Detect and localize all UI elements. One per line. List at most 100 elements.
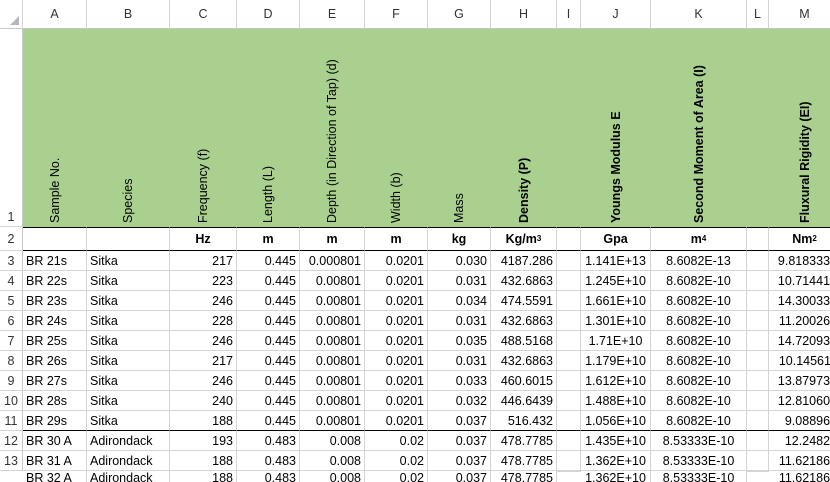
header-cell-k[interactable]: Second Moment of Area (I): [651, 29, 747, 227]
cell-c8[interactable]: 217: [170, 351, 237, 371]
cell-f5[interactable]: 0.0201: [365, 291, 428, 311]
cell-d3[interactable]: 0.445: [237, 251, 300, 271]
cell-h5[interactable]: 474.5591: [491, 291, 557, 311]
column-header-b[interactable]: B: [87, 0, 170, 29]
unit-cell-l[interactable]: [747, 227, 769, 251]
cell-d14[interactable]: 0.483: [237, 471, 300, 482]
row-header-13[interactable]: 13: [0, 451, 23, 471]
cell-d7[interactable]: 0.445: [237, 331, 300, 351]
cell-i13[interactable]: [557, 451, 581, 471]
cell-b4[interactable]: Sitka: [87, 271, 170, 291]
cell-k13[interactable]: 8.53333E-10: [651, 451, 747, 471]
unit-cell-a[interactable]: [23, 227, 87, 251]
cell-b6[interactable]: Sitka: [87, 311, 170, 331]
row-header-6[interactable]: 6: [0, 311, 23, 331]
cell-a8[interactable]: BR 26s: [23, 351, 87, 371]
cell-l12[interactable]: [747, 431, 769, 451]
cell-i12[interactable]: [557, 431, 581, 451]
cell-d5[interactable]: 0.445: [237, 291, 300, 311]
cell-b5[interactable]: Sitka: [87, 291, 170, 311]
column-header-d[interactable]: D: [237, 0, 300, 29]
header-cell-b[interactable]: Species: [87, 29, 170, 227]
cell-l6[interactable]: [747, 311, 769, 331]
cell-c10[interactable]: 240: [170, 391, 237, 411]
cell-k6[interactable]: 8.6082E-10: [651, 311, 747, 331]
cell-d11[interactable]: 0.445: [237, 411, 300, 431]
cell-c4[interactable]: 223: [170, 271, 237, 291]
column-header-h[interactable]: H: [491, 0, 557, 29]
cell-l3[interactable]: [747, 251, 769, 271]
cell-h14[interactable]: 478.7785: [491, 471, 557, 482]
cell-f10[interactable]: 0.0201: [365, 391, 428, 411]
column-header-m[interactable]: M: [769, 0, 830, 29]
cell-g7[interactable]: 0.035: [428, 331, 491, 351]
cell-k14[interactable]: 8.53333E-10: [651, 471, 747, 482]
select-all-corner[interactable]: [0, 0, 23, 29]
cell-a9[interactable]: BR 27s: [23, 371, 87, 391]
cell-j5[interactable]: 1.661E+10: [581, 291, 651, 311]
cell-a5[interactable]: BR 23s: [23, 291, 87, 311]
cell-k3[interactable]: 8.6082E-13: [651, 251, 747, 271]
row-header-1[interactable]: 1: [0, 29, 23, 227]
cell-d13[interactable]: 0.483: [237, 451, 300, 471]
cell-k11[interactable]: 8.6082E-10: [651, 411, 747, 431]
cell-i11[interactable]: [557, 411, 581, 431]
cell-g10[interactable]: 0.032: [428, 391, 491, 411]
cell-a12[interactable]: BR 30 A: [23, 431, 87, 451]
cell-d9[interactable]: 0.445: [237, 371, 300, 391]
unit-cell-d[interactable]: m: [237, 227, 300, 251]
cell-j11[interactable]: 1.056E+10: [581, 411, 651, 431]
cell-f6[interactable]: 0.0201: [365, 311, 428, 331]
unit-cell-g[interactable]: kg: [428, 227, 491, 251]
cell-j4[interactable]: 1.245E+10: [581, 271, 651, 291]
cell-f11[interactable]: 0.0201: [365, 411, 428, 431]
cell-j8[interactable]: 1.179E+10: [581, 351, 651, 371]
cell-b7[interactable]: Sitka: [87, 331, 170, 351]
cell-k7[interactable]: 8.6082E-10: [651, 331, 747, 351]
cell-j7[interactable]: 1.71E+10: [581, 331, 651, 351]
cell-h11[interactable]: 516.432: [491, 411, 557, 431]
cell-b14[interactable]: Adirondack: [87, 471, 170, 482]
cell-h6[interactable]: 432.6863: [491, 311, 557, 331]
cell-k9[interactable]: 8.6082E-10: [651, 371, 747, 391]
header-cell-c[interactable]: Frequency (f): [170, 29, 237, 227]
header-cell-i[interactable]: [557, 29, 581, 227]
cell-i7[interactable]: [557, 331, 581, 351]
unit-cell-j[interactable]: Gpa: [581, 227, 651, 251]
cell-m8[interactable]: 10.145611: [769, 351, 830, 371]
cell-k5[interactable]: 8.6082E-10: [651, 291, 747, 311]
cell-k10[interactable]: 8.6082E-10: [651, 391, 747, 411]
cell-a6[interactable]: BR 24s: [23, 311, 87, 331]
cell-j3[interactable]: 1.141E+13: [581, 251, 651, 271]
row-header-7[interactable]: 7: [0, 331, 23, 351]
cell-j13[interactable]: 1.362E+10: [581, 451, 651, 471]
cell-c11[interactable]: 188: [170, 411, 237, 431]
cell-e8[interactable]: 0.00801: [300, 351, 365, 371]
cell-a11[interactable]: BR 29s: [23, 411, 87, 431]
cell-l10[interactable]: [747, 391, 769, 411]
cell-a14[interactable]: BR 32 A: [23, 471, 87, 482]
cell-d10[interactable]: 0.445: [237, 391, 300, 411]
cell-d4[interactable]: 0.445: [237, 271, 300, 291]
cell-e12[interactable]: 0.008: [300, 431, 365, 451]
cell-e14[interactable]: 0.008: [300, 471, 365, 482]
column-header-k[interactable]: K: [651, 0, 747, 29]
cell-h4[interactable]: 432.6863: [491, 271, 557, 291]
cell-e6[interactable]: 0.00801: [300, 311, 365, 331]
cell-g6[interactable]: 0.031: [428, 311, 491, 331]
cell-i10[interactable]: [557, 391, 581, 411]
cell-h7[interactable]: 488.5168: [491, 331, 557, 351]
row-header-3[interactable]: 3: [0, 251, 23, 271]
cell-m11[interactable]: 9.088966: [769, 411, 830, 431]
cell-a13[interactable]: BR 31 A: [23, 451, 87, 471]
cell-g9[interactable]: 0.033: [428, 371, 491, 391]
cell-b10[interactable]: Sitka: [87, 391, 170, 411]
column-header-l[interactable]: L: [747, 0, 769, 29]
unit-cell-b[interactable]: [87, 227, 170, 251]
cell-e10[interactable]: 0.00801: [300, 391, 365, 411]
cell-c6[interactable]: 228: [170, 311, 237, 331]
cell-i6[interactable]: [557, 311, 581, 331]
cell-j6[interactable]: 1.301E+10: [581, 311, 651, 331]
cell-l7[interactable]: [747, 331, 769, 351]
header-cell-m[interactable]: Fluxural Rigidity (EI): [769, 29, 830, 227]
